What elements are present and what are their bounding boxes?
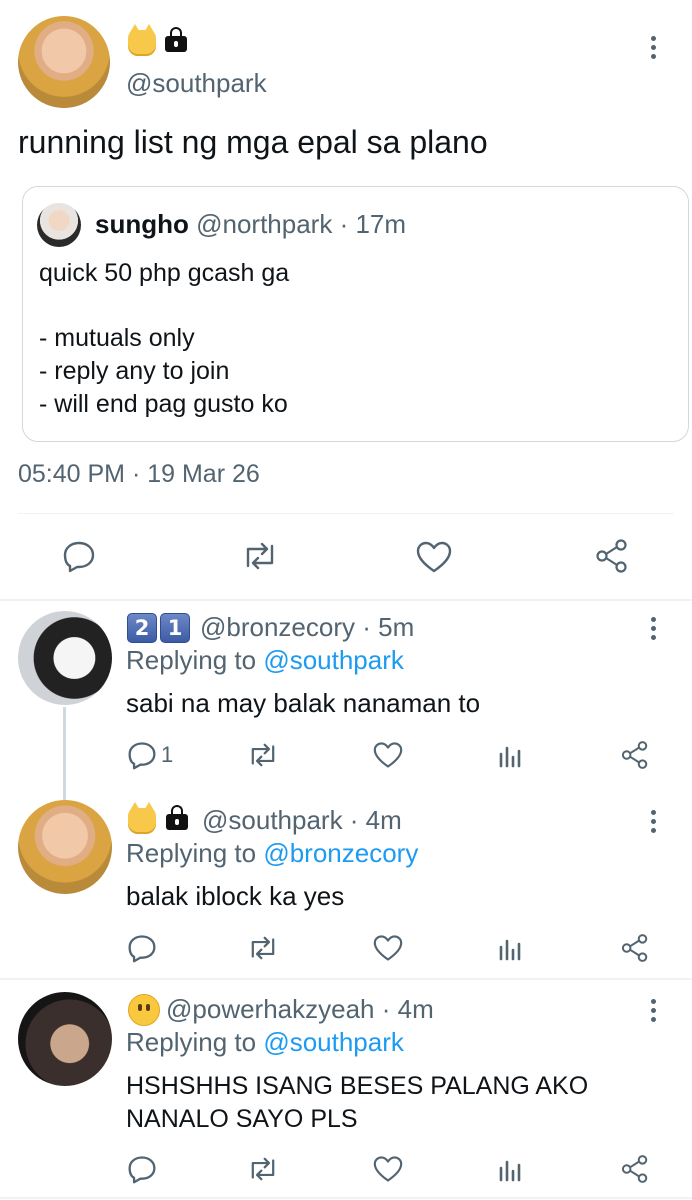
reply-text-line: HSHSHHS ISANG BESES PALANG AKO <box>126 1072 589 1100</box>
analytics-icon[interactable] <box>498 742 524 768</box>
reply-icon[interactable] <box>127 740 157 770</box>
author-avatar[interactable] <box>18 16 110 108</box>
reply-avatar[interactable] <box>18 800 112 894</box>
retweet-icon[interactable] <box>246 934 280 962</box>
divider <box>0 599 692 601</box>
replying-to: Replying to @bronzecory <box>126 838 418 869</box>
reply-text-line: NANALO SAYO PLS <box>126 1105 358 1133</box>
like-icon[interactable] <box>372 741 404 769</box>
lock-icon <box>165 27 187 52</box>
smiley-emoji-icon <box>128 994 160 1026</box>
replying-prefix: Replying to <box>126 1027 257 1057</box>
replying-prefix: Replying to <box>126 838 257 868</box>
divider <box>18 513 674 514</box>
reply-handle[interactable]: @powerhakzyeah · 4m <box>166 994 434 1025</box>
replying-to: Replying to @southpark <box>126 645 404 676</box>
quoted-text: quick 50 php gcash ga - mutuals only - r… <box>39 257 289 421</box>
reply-avatar[interactable] <box>18 992 112 1086</box>
more-options-icon[interactable] <box>651 810 657 837</box>
quoted-handle-time: @northpark · 17m <box>196 209 407 239</box>
share-icon[interactable] <box>620 933 650 963</box>
retweet-icon[interactable] <box>246 1155 280 1183</box>
quoted-line: - reply any to join <box>39 357 230 385</box>
tweet-text: running list ng mga epal sa plano <box>18 124 488 160</box>
quoted-avatar <box>37 203 81 247</box>
more-options-icon[interactable] <box>651 999 657 1026</box>
divider <box>0 1197 692 1199</box>
like-icon[interactable] <box>372 934 404 962</box>
thread-line <box>63 707 66 801</box>
reply-icon[interactable] <box>62 539 96 573</box>
cat-emoji-icon <box>128 24 156 56</box>
reply-avatar[interactable] <box>18 611 112 705</box>
quoted-header: sungho @northpark · 17m <box>95 209 406 240</box>
like-icon[interactable] <box>372 1155 404 1183</box>
share-icon[interactable] <box>594 538 630 574</box>
quoted-name: sungho <box>95 209 189 239</box>
like-icon[interactable] <box>415 540 453 574</box>
quoted-line: - will end pag gusto ko <box>39 390 288 418</box>
replying-to-link[interactable]: @southpark <box>263 645 404 675</box>
reply-icon[interactable] <box>127 1154 157 1184</box>
retweet-icon[interactable] <box>246 741 280 769</box>
analytics-icon[interactable] <box>498 1156 524 1182</box>
reply-handle[interactable]: @bronzecory · 5m <box>200 612 414 643</box>
retweet-icon[interactable] <box>240 540 280 572</box>
reply-count: 1 <box>161 742 174 767</box>
quoted-line: - mutuals only <box>39 324 195 352</box>
lock-icon <box>166 805 188 830</box>
reply-handle[interactable]: @southpark · 4m <box>202 805 402 836</box>
replying-to-link[interactable]: @southpark <box>263 1027 404 1057</box>
replying-prefix: Replying to <box>126 645 257 675</box>
more-options-icon[interactable] <box>651 617 657 644</box>
share-icon[interactable] <box>620 1154 650 1184</box>
reply-text: HSHSHHS ISANG BESES PALANG AKO NANALO SA… <box>126 1070 588 1136</box>
reply-icon[interactable] <box>127 933 157 963</box>
replying-to-link[interactable]: @bronzecory <box>263 838 418 868</box>
tweet-timestamp: 05:40 PM · 19 Mar 26 <box>18 460 260 488</box>
reply-text: sabi na may balak nanaman to <box>126 688 481 718</box>
analytics-icon[interactable] <box>498 935 524 961</box>
quoted-line: quick 50 php gcash ga <box>39 259 290 287</box>
keycap-2-icon: 2 <box>127 613 157 643</box>
share-icon[interactable] <box>620 740 650 770</box>
keycap-1-icon: 1 <box>160 613 190 643</box>
replying-to: Replying to @southpark <box>126 1027 404 1058</box>
reply-text: balak iblock ka yes <box>126 881 345 911</box>
cat-emoji-icon <box>128 802 156 834</box>
more-options-icon[interactable] <box>651 36 657 63</box>
quoted-tweet-card[interactable]: sungho @northpark · 17m quick 50 php gca… <box>22 186 689 442</box>
quoted-line <box>39 290 289 322</box>
author-handle[interactable]: @southpark <box>126 68 267 99</box>
divider <box>0 978 692 980</box>
